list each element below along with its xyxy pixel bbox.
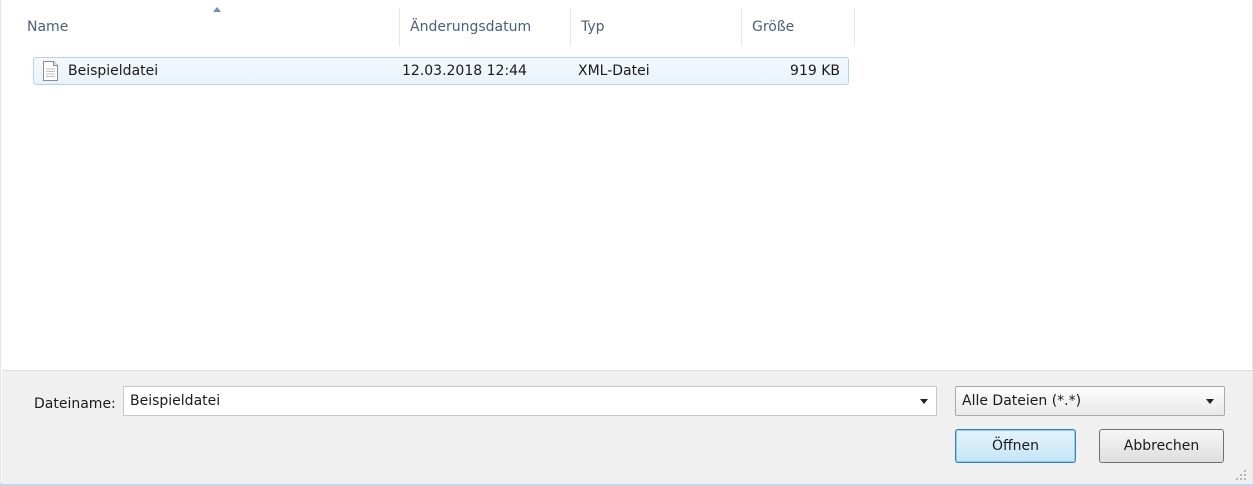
document-icon: [43, 61, 58, 81]
column-header-name[interactable]: Name: [27, 8, 399, 46]
file-row-selected[interactable]: Beispieldatei 12.03.2018 12:44 XML-Datei…: [33, 57, 849, 85]
filename-history-dropdown-icon[interactable]: [920, 399, 928, 404]
file-name: Beispieldatei: [68, 63, 159, 79]
cancel-button[interactable]: Abbrechen: [1099, 429, 1224, 463]
column-header-modified[interactable]: Änderungsdatum: [410, 8, 569, 46]
open-button[interactable]: Öffnen: [955, 429, 1076, 463]
chevron-down-icon: [1206, 399, 1214, 404]
file-type: XML-Datei: [578, 63, 650, 79]
column-header-type-label: Typ: [581, 19, 605, 35]
column-header-size-label: Größe: [752, 19, 795, 35]
filename-input[interactable]: [123, 386, 937, 416]
file-list[interactable]: Name Änderungsdatum Typ Größe Beispielda…: [9, 0, 1246, 370]
dialog-footer: Dateiname: Alle Dateien (*.*) Öffnen Abb…: [2, 370, 1252, 484]
column-header-name-label: Name: [27, 19, 69, 35]
column-divider[interactable]: [570, 8, 571, 46]
resize-grip-icon[interactable]: [1236, 470, 1246, 480]
column-divider[interactable]: [399, 8, 400, 46]
column-header-modified-label: Änderungsdatum: [410, 19, 532, 35]
filename-label: Dateiname:: [34, 396, 116, 412]
column-header-size[interactable]: Größe: [752, 8, 853, 46]
column-divider[interactable]: [854, 8, 855, 46]
file-size: 919 KB: [790, 63, 840, 79]
column-divider[interactable]: [741, 8, 742, 46]
file-modified: 12.03.2018 12:44: [402, 63, 527, 79]
file-dialog: Name Änderungsdatum Typ Größe Beispielda…: [0, 0, 1253, 486]
file-type-filter-value: Alle Dateien (*.*): [962, 393, 1082, 409]
file-type-filter-select[interactable]: Alle Dateien (*.*): [955, 386, 1225, 416]
column-header-type[interactable]: Typ: [581, 8, 741, 46]
